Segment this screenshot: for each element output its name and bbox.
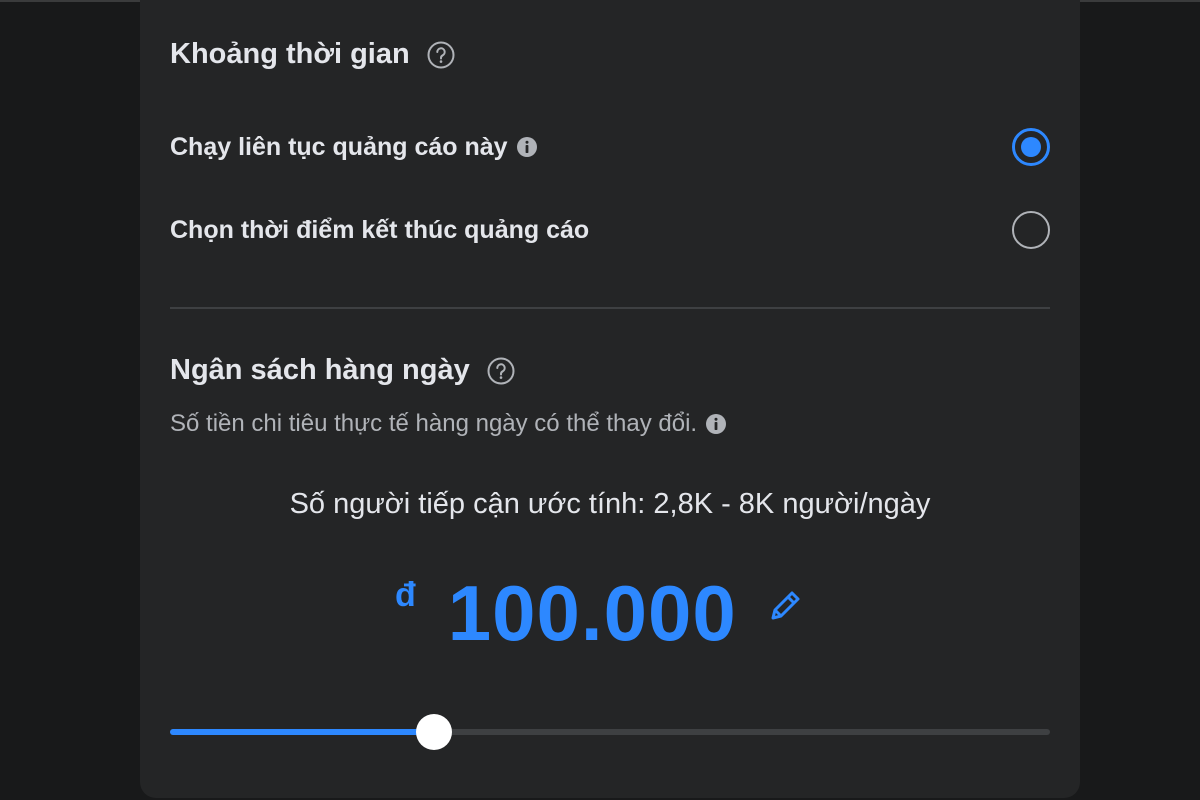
run-continuously-option[interactable]: Chạy liên tục quảng cáo này [170, 127, 1050, 167]
choose-end-time-radio[interactable] [1012, 211, 1050, 249]
choose-end-time-option[interactable]: Chọn thời điểm kết thúc quảng cáo [170, 210, 1050, 250]
slider-thumb[interactable] [416, 714, 452, 750]
choose-end-time-label: Chọn thời điểm kết thúc quảng cáo [170, 215, 590, 244]
estimated-reach-text: Số người tiếp cận ước tính: 2,8K - 8K ng… [289, 488, 931, 520]
info-icon[interactable] [705, 413, 727, 435]
currency-symbol: đ [395, 576, 416, 614]
budget-description-text: Số tiền chi tiêu thực tế hàng ngày có th… [170, 410, 698, 437]
budget-amount-display: đ 100.000 [395, 568, 805, 658]
daily-budget-section-title: Ngân sách hàng ngày [170, 354, 516, 387]
daily-budget-title-text: Ngân sách hàng ngày [170, 354, 470, 386]
budget-slider[interactable] [170, 714, 1050, 750]
info-icon[interactable] [516, 136, 538, 158]
help-icon[interactable] [426, 40, 456, 70]
ad-settings-panel: Khoảng thời gian Chạy liên tục quảng cáo… [140, 0, 1080, 798]
slider-fill [170, 729, 434, 735]
help-icon[interactable] [486, 356, 516, 386]
duration-title-text: Khoảng thời gian [170, 38, 410, 70]
section-divider [170, 307, 1050, 309]
budget-description: Số tiền chi tiêu thực tế hàng ngày có th… [170, 410, 727, 438]
run-continuously-label: Chạy liên tục quảng cáo này [170, 133, 538, 162]
run-continuously-text: Chạy liên tục quảng cáo này [170, 132, 508, 161]
edit-icon[interactable] [765, 586, 805, 626]
duration-section-title: Khoảng thời gian [170, 38, 456, 71]
run-continuously-radio[interactable] [1012, 128, 1050, 166]
budget-amount[interactable]: 100.000 [448, 568, 737, 658]
